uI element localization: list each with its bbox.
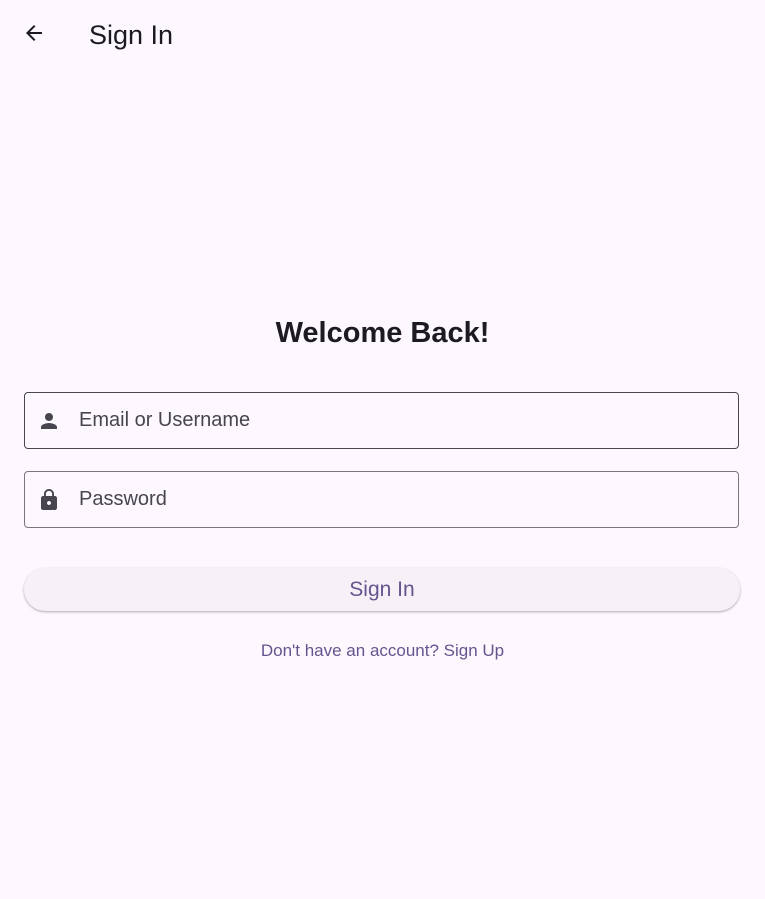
email-field[interactable] xyxy=(24,392,739,449)
email-input[interactable] xyxy=(79,393,719,448)
arrow-back-icon xyxy=(22,21,46,50)
password-input[interactable] xyxy=(79,472,719,527)
person-icon xyxy=(37,409,61,433)
password-field[interactable] xyxy=(24,471,739,528)
sign-in-button[interactable]: Sign In xyxy=(24,568,740,611)
page-title: Sign In xyxy=(89,20,174,50)
sign-up-link[interactable]: Don't have an account? Sign Up xyxy=(0,639,765,663)
welcome-heading: Welcome Back! xyxy=(275,317,490,349)
lock-icon xyxy=(37,488,61,512)
back-button[interactable] xyxy=(14,15,54,55)
app-bar: Sign In xyxy=(0,0,765,70)
